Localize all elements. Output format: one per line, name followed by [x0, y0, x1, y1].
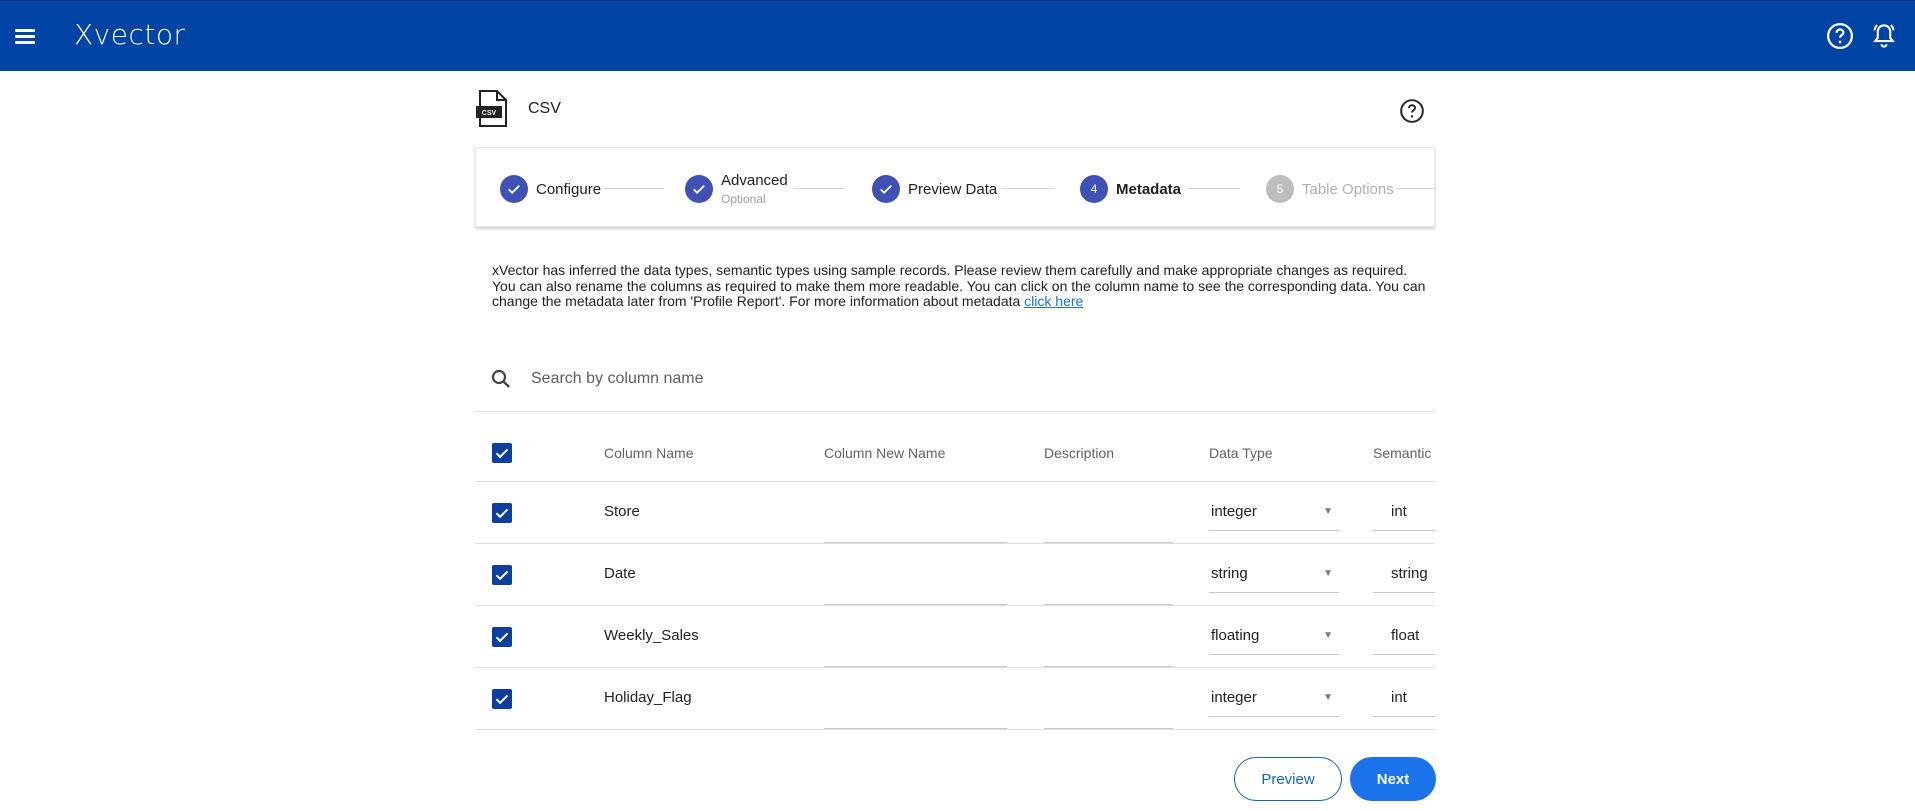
- check-icon: [872, 175, 900, 203]
- table-header-row: Column Name Column New Name Description …: [475, 429, 1435, 482]
- column-new-name-input[interactable]: [824, 542, 1007, 543]
- step-label: Metadata: [1116, 180, 1182, 198]
- semantic-field[interactable]: int: [1373, 495, 1435, 531]
- semantic-field[interactable]: int: [1373, 681, 1435, 717]
- column-new-name-input[interactable]: [824, 604, 1007, 605]
- help-icon[interactable]: [1825, 21, 1855, 51]
- column-new-name-input[interactable]: [824, 666, 1007, 667]
- preview-button[interactable]: Preview: [1234, 757, 1342, 801]
- description-input[interactable]: [1044, 542, 1173, 543]
- csv-file-icon: CSV: [475, 90, 509, 128]
- search-icon: [489, 367, 513, 391]
- row-checkbox[interactable]: [492, 689, 512, 709]
- csv-icon-label: CSV: [482, 110, 497, 117]
- semantic-value: int: [1391, 503, 1407, 520]
- metadata-table: Column Name Column New Name Description …: [475, 429, 1435, 730]
- column-search: [475, 347, 1435, 412]
- top-app-bar: Xvector: [0, 0, 1915, 71]
- table-row: Holiday_Flag integer ▼ int: [475, 668, 1435, 730]
- header-column-name[interactable]: Column Name: [604, 445, 693, 461]
- step-advanced[interactable]: Advanced Optional: [685, 168, 788, 210]
- metadata-info-text: xVector has inferred the data types, sem…: [492, 262, 1427, 310]
- step-configure[interactable]: Configure: [500, 172, 601, 206]
- page-title: CSV: [528, 100, 561, 117]
- page-header: CSV CSV: [475, 71, 1435, 147]
- table-row: Date string ▼ string: [475, 544, 1435, 606]
- step-label: Configure: [536, 180, 602, 198]
- description-input[interactable]: [1044, 666, 1173, 667]
- table-row: Store integer ▼ int: [475, 482, 1435, 544]
- header-column-new-name[interactable]: Column New Name: [824, 445, 945, 461]
- step-number: 4: [1080, 175, 1108, 203]
- semantic-value: int: [1391, 689, 1407, 706]
- column-name-cell[interactable]: Holiday_Flag: [604, 689, 692, 706]
- dropdown-arrow-icon: ▼: [1323, 568, 1333, 579]
- info-text: xVector has inferred the data types, sem…: [492, 262, 1426, 309]
- row-checkbox[interactable]: [492, 565, 512, 585]
- main-content: CSV CSV Configure Advanced Optional Prev…: [475, 71, 1436, 801]
- stepper: Configure Advanced Optional Preview Data…: [475, 147, 1436, 227]
- next-button[interactable]: Next: [1350, 757, 1436, 801]
- row-checkbox[interactable]: [492, 627, 512, 647]
- data-type-select[interactable]: integer ▼: [1209, 495, 1339, 531]
- step-number: 5: [1266, 175, 1294, 203]
- semantic-value: string: [1391, 565, 1428, 582]
- dropdown-arrow-icon: ▼: [1323, 692, 1333, 703]
- description-input[interactable]: [1044, 604, 1173, 605]
- description-input[interactable]: [1044, 728, 1173, 729]
- header-description[interactable]: Description: [1044, 445, 1114, 461]
- check-icon: [685, 175, 713, 203]
- step-connector: [1188, 188, 1240, 189]
- data-type-select[interactable]: integer ▼: [1209, 681, 1339, 717]
- column-new-name-input[interactable]: [824, 728, 1007, 729]
- step-connector: [1396, 188, 1436, 189]
- column-name-cell[interactable]: Store: [604, 503, 640, 520]
- help-icon[interactable]: [1399, 98, 1425, 124]
- step-label: Preview Data: [908, 180, 998, 198]
- row-checkbox[interactable]: [492, 503, 512, 523]
- semantic-field[interactable]: string: [1373, 557, 1435, 593]
- data-type-select[interactable]: string ▼: [1209, 557, 1339, 593]
- step-preview-data[interactable]: Preview Data: [872, 172, 997, 206]
- header-data-type[interactable]: Data Type: [1209, 445, 1273, 461]
- step-sublabel: Optional: [721, 192, 766, 206]
- data-type-value: floating: [1211, 627, 1260, 644]
- search-input[interactable]: [531, 365, 1391, 393]
- header-semantic[interactable]: Semantic: [1373, 445, 1431, 461]
- table-row: Weekly_Sales floating ▼ float: [475, 606, 1435, 668]
- step-connector: [794, 188, 844, 189]
- semantic-field[interactable]: float: [1373, 619, 1435, 655]
- step-connector: [1002, 188, 1054, 189]
- dropdown-arrow-icon: ▼: [1323, 506, 1333, 517]
- data-type-value: string: [1211, 565, 1248, 582]
- data-type-value: integer: [1211, 689, 1257, 706]
- dropdown-arrow-icon: ▼: [1323, 630, 1333, 641]
- column-name-cell[interactable]: Date: [604, 565, 636, 582]
- click-here-link[interactable]: click here: [1024, 293, 1083, 309]
- step-metadata[interactable]: 4 Metadata: [1080, 172, 1181, 206]
- notifications-icon[interactable]: [1869, 21, 1899, 51]
- select-all-checkbox[interactable]: [492, 443, 512, 463]
- data-type-select[interactable]: floating ▼: [1209, 619, 1339, 655]
- menu-icon[interactable]: [10, 21, 42, 53]
- step-label-text: Advanced: [721, 172, 788, 189]
- step-connector: [604, 188, 664, 189]
- data-type-value: integer: [1211, 503, 1257, 520]
- app-logo[interactable]: Xvector: [74, 18, 186, 51]
- check-icon: [500, 175, 528, 203]
- step-table-options: 5 Table Options: [1266, 172, 1394, 206]
- column-name-cell[interactable]: Weekly_Sales: [604, 627, 699, 644]
- semantic-value: float: [1391, 627, 1420, 644]
- step-label: Table Options: [1302, 180, 1394, 198]
- step-label: Advanced Optional: [721, 172, 788, 206]
